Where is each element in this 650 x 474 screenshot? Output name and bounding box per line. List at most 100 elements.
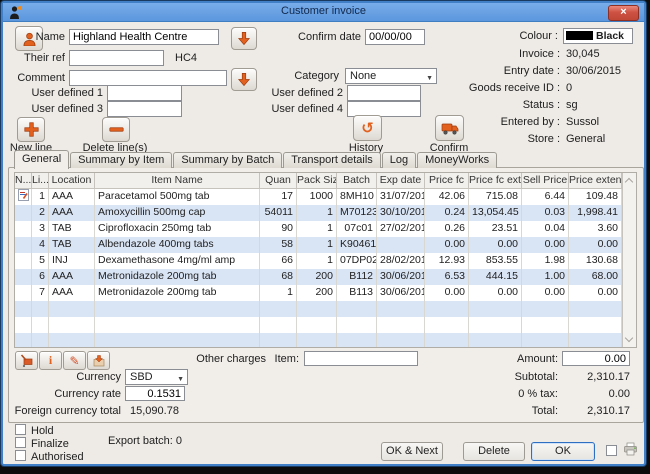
column-header-location[interactable]: Location <box>49 173 95 188</box>
column-header-item-name[interactable]: Item Name <box>95 173 260 188</box>
confirm-date-input[interactable] <box>365 29 425 45</box>
table-row[interactable]: 5INJDexamethasone 4mg/ml amp66107DP02012… <box>15 253 622 269</box>
table-scrollbar[interactable] <box>622 173 636 347</box>
authorised-checkbox[interactable] <box>15 450 26 461</box>
cell: 1,998.41 <box>569 205 622 221</box>
name-input[interactable] <box>69 29 219 45</box>
new-line-button[interactable] <box>17 117 45 142</box>
cell <box>297 317 337 333</box>
colour-value: Black <box>596 30 624 42</box>
cell <box>15 221 32 237</box>
column-header-sell-price[interactable]: Sell Price <box>522 173 569 188</box>
column-header-exp-date[interactable]: Exp date <box>377 173 425 188</box>
column-header-li[interactable]: Li... <box>32 173 49 188</box>
trolley-button[interactable] <box>15 351 38 370</box>
tab-general[interactable]: General <box>14 150 69 169</box>
cell: 853.55 <box>469 253 522 269</box>
table-row[interactable]: 3TABCiprofloxacin 250mg tab90107c0127/02… <box>15 221 622 237</box>
cell: 0.04 <box>522 221 569 237</box>
cell <box>469 317 522 333</box>
tab-log[interactable]: Log <box>382 152 416 168</box>
colour-field[interactable]: Black <box>563 28 633 44</box>
cell <box>95 333 260 347</box>
column-header-price-fc[interactable]: Price fc <box>425 173 469 188</box>
category-select[interactable]: None ▼ <box>345 68 437 84</box>
export-box-button[interactable] <box>87 351 110 370</box>
cell: 444.15 <box>469 269 522 285</box>
cell <box>95 301 260 317</box>
their-ref-input[interactable] <box>69 50 164 66</box>
table-row[interactable]: 4TABAlbendazole 400mg tabs581K904610.000… <box>15 237 622 253</box>
comment-input[interactable] <box>69 70 227 86</box>
column-header-price-fc-ext[interactable]: Price fc ext <box>469 173 522 188</box>
cell: 0.24 <box>425 205 469 221</box>
history-button[interactable]: ↺ <box>353 115 382 141</box>
cell <box>297 301 337 317</box>
cell: 7 <box>32 285 49 301</box>
tab-summary-by-item[interactable]: Summary by Item <box>70 152 172 168</box>
table-row-empty <box>15 301 622 317</box>
table-row-empty <box>15 317 622 333</box>
currency-select[interactable]: SBD ▼ <box>125 369 188 385</box>
user-defined-2-input[interactable] <box>347 85 421 101</box>
close-icon: × <box>620 6 626 18</box>
cell: K90461 <box>337 237 377 253</box>
ok-next-button[interactable]: OK & Next <box>381 442 443 461</box>
table-row[interactable]: 1AAAParacetamol 500mg tab1710008MH1031/0… <box>15 189 622 205</box>
cell: AAA <box>49 285 95 301</box>
print-checkbox[interactable] <box>606 445 617 456</box>
cell: 2 <box>32 205 49 221</box>
info-status: Status :sg <box>428 99 638 116</box>
tab-moneyworks[interactable]: MoneyWorks <box>417 152 497 168</box>
table-row[interactable]: 7AAAMetronidazole 200mg tab1200B11330/06… <box>15 285 622 301</box>
colour-label: Colour : <box>508 30 558 42</box>
cell <box>569 301 622 317</box>
cell <box>15 285 32 301</box>
column-header-pack-size[interactable]: Pack Size <box>297 173 337 188</box>
tab-summary-by-batch[interactable]: Summary by Batch <box>173 152 282 168</box>
cell: 3 <box>32 221 49 237</box>
cell <box>15 301 32 317</box>
user-defined-3-input[interactable] <box>107 101 182 117</box>
close-button[interactable]: × <box>608 5 639 21</box>
currency-rate-input[interactable] <box>125 386 185 401</box>
table-row[interactable]: 2AAAAmoxycillin 500mg cap540111M7012330/… <box>15 205 622 221</box>
column-header-batch[interactable]: Batch <box>337 173 377 188</box>
amount-input[interactable] <box>562 351 630 366</box>
table-row[interactable]: 6AAAMetronidazole 200mg tab68200B11230/0… <box>15 269 622 285</box>
cell: 54011 <box>260 205 297 221</box>
info-value: General <box>566 133 605 150</box>
edit-note-button[interactable]: ✎ <box>63 351 86 370</box>
item-input[interactable] <box>304 351 418 366</box>
cell: 3.60 <box>569 221 622 237</box>
ok-button[interactable]: OK <box>531 442 595 461</box>
comment-lookup-button[interactable] <box>231 68 257 91</box>
hold-label: Hold <box>31 425 54 437</box>
user-defined-1-label: User defined 1 <box>31 87 103 99</box>
info-button[interactable]: i <box>39 351 62 370</box>
column-header-quan[interactable]: Quan <box>260 173 297 188</box>
column-header-price-exten[interactable]: Price exten <box>569 173 622 188</box>
name-lookup-button[interactable] <box>231 27 257 50</box>
user-defined-1-input[interactable] <box>107 85 182 101</box>
tab-transport-details[interactable]: Transport details <box>283 152 381 168</box>
cell: 0.26 <box>425 221 469 237</box>
table-body: 1AAAParacetamol 500mg tab1710008MH1031/0… <box>15 189 622 347</box>
total-value: 2,310.17 <box>562 405 630 417</box>
cell: Albendazole 400mg tabs <box>95 237 260 253</box>
cell: 42.06 <box>425 189 469 205</box>
currency-label: Currency <box>33 371 121 383</box>
hold-checkbox[interactable] <box>15 424 26 435</box>
delete-button[interactable]: Delete <box>463 442 525 461</box>
delete-lines-button[interactable] <box>102 117 130 142</box>
box-arrow-icon <box>92 355 106 367</box>
table-header: N...Li...LocationItem NameQuanPack SizeB… <box>15 173 622 189</box>
chevron-down-icon: ▼ <box>177 373 184 387</box>
cell: 1.98 <box>522 253 569 269</box>
column-header-n[interactable]: N... <box>15 173 32 188</box>
cell: 30/06/201 <box>377 269 425 285</box>
cell <box>15 333 32 347</box>
confirm-button[interactable] <box>435 115 464 141</box>
finalize-checkbox[interactable] <box>15 437 26 448</box>
cell <box>377 237 425 253</box>
